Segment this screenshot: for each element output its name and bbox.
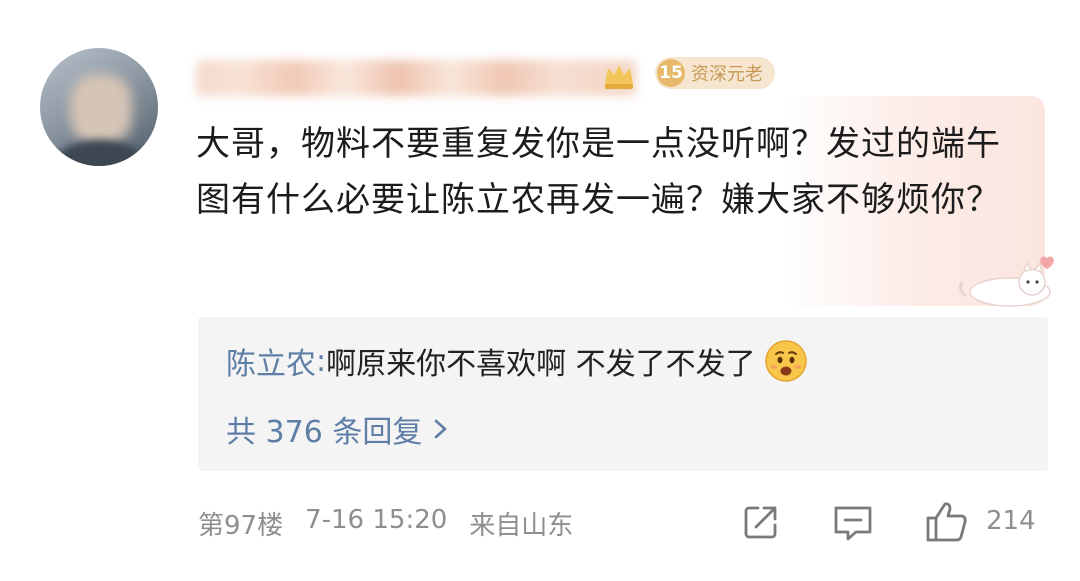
reply-author[interactable]: 陈立农 — [226, 339, 316, 383]
reply-separator: : — [316, 343, 327, 379]
level-number: 15 — [657, 59, 685, 87]
chevron-right-icon — [435, 419, 447, 439]
thumbs-up-icon[interactable] — [924, 500, 970, 544]
crown-icon — [605, 65, 633, 89]
share-icon[interactable] — [742, 503, 780, 541]
avatar-shoulders-blurred — [50, 140, 150, 166]
comment-time: 7-16 15:20 — [305, 505, 448, 535]
floor-number: 第97楼 — [198, 511, 284, 541]
comment-text: 大哥，物料不要重复发你是一点没听啊？发过的端午图有什么必要让陈立农再发一遍？嫌大… — [196, 124, 1001, 220]
worried-face-emoji-icon — [764, 340, 807, 382]
comment-meta: 第97楼 7-16 15:20 来自山东 — [198, 505, 573, 542]
reply-line: 陈立农 : 啊原来你不喜欢啊 不发了不发了 — [226, 339, 808, 383]
reply-preview[interactable]: 陈立农 : 啊原来你不喜欢啊 不发了不发了 共 376 条回复 — [198, 317, 1048, 471]
comment-icon[interactable] — [832, 503, 874, 543]
like-count: 214 — [986, 506, 1036, 536]
level-title: 资深元老 — [691, 64, 763, 85]
cat-sticker-icon — [959, 256, 1054, 307]
comment-location: 来自山东 — [469, 511, 574, 541]
avatar-face-blurred — [70, 74, 132, 144]
username-blurred[interactable] — [196, 60, 636, 96]
comment-card: 15 资深元老 大哥，物料不要重复发你是一点没听啊？发过的端午图有什么必要让陈立… — [0, 0, 1080, 581]
reply-count-label: 共 376 条回复 — [226, 415, 423, 450]
reply-text: 啊原来你不喜欢啊 不发了不发了 — [326, 347, 756, 382]
level-badge: 15 资深元老 — [655, 57, 775, 89]
avatar[interactable] — [40, 48, 158, 166]
view-all-replies-link[interactable]: 共 376 条回复 — [226, 407, 450, 451]
